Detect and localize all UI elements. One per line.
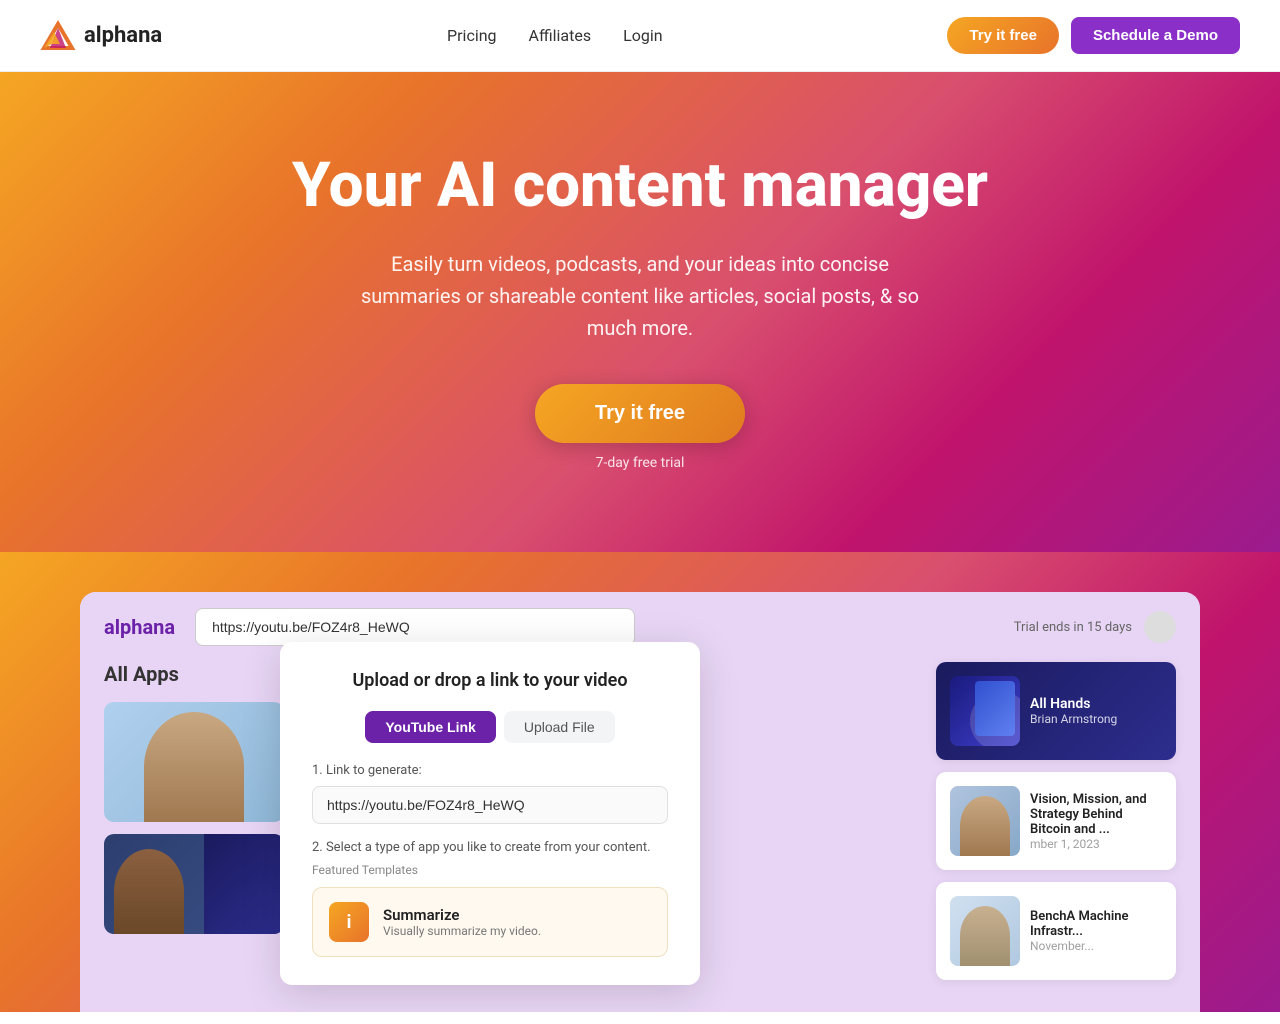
right-card-bitcoin[interactable]: Vision, Mission, and Strategy Behind Bit… (936, 772, 1176, 870)
app-body: All Apps Upload or drop a link to your v… (80, 662, 1200, 958)
thumbnail-card-1[interactable] (104, 702, 284, 822)
navbar-actions: Try it free Schedule a Demo (947, 17, 1240, 54)
nav-login[interactable]: Login (623, 26, 662, 45)
upload-modal: Upload or drop a link to your video YouT… (280, 642, 700, 985)
white-card-2-title: BenchA Machine Infrastr... (1030, 909, 1162, 939)
bg-shape (204, 834, 284, 934)
featured-templates-label: Featured Templates (312, 863, 668, 877)
hero-section: Your AI content manager Easily turn vide… (0, 72, 1280, 552)
hero-title: Your AI content manager (40, 152, 1240, 220)
template-icon: i (329, 902, 369, 942)
modal-title: Upload or drop a link to your video (312, 670, 668, 691)
right-card-all-hands[interactable]: All Hands Brian Armstrong (936, 662, 1176, 760)
nav-try-free-button[interactable]: Try it free (947, 17, 1059, 54)
alphana-logo-icon (40, 18, 76, 54)
nav-pricing[interactable]: Pricing (447, 26, 497, 45)
white-card-2-text: BenchA Machine Infrastr... November... (1030, 909, 1162, 953)
navbar: alphana Pricing Affiliates Login Try it … (0, 0, 1280, 72)
youtube-link-tab[interactable]: YouTube Link (365, 711, 495, 743)
all-apps-title: All Apps (104, 662, 304, 686)
blue-card-subtitle: Brian Armstrong (1030, 712, 1117, 726)
template-name: Summarize (383, 906, 541, 924)
app-preview: alphana Trial ends in 15 days All Apps (80, 592, 1200, 1012)
person-thumb-bench (950, 896, 1020, 966)
user-avatar[interactable] (1144, 611, 1176, 643)
person-head-1 (960, 796, 1010, 856)
trial-badge: Trial ends in 15 days (1014, 620, 1132, 635)
right-card-bench[interactable]: BenchA Machine Infrastr... November... (936, 882, 1176, 980)
app-preview-wrapper: alphana Trial ends in 15 days All Apps (0, 552, 1280, 1012)
link-label: 1. Link to generate: (312, 763, 668, 778)
hero-trial-note: 7-day free trial (40, 455, 1240, 471)
white-card-1-title: Vision, Mission, and Strategy Behind Bit… (1030, 792, 1162, 837)
logo-text: alphana (84, 23, 162, 48)
person-silhouette-1 (144, 712, 244, 822)
blue-card-title: All Hands (1030, 696, 1117, 712)
white-card-2-subtitle: November... (1030, 939, 1162, 953)
blue-card-text: All Hands Brian Armstrong (1030, 696, 1117, 726)
upload-file-tab[interactable]: Upload File (504, 711, 615, 743)
nav-links: Pricing Affiliates Login (447, 26, 663, 45)
modal-link-input[interactable] (312, 786, 668, 824)
template-info: Summarize Visually summarize my video. (383, 906, 541, 938)
shape-rect (975, 681, 1015, 736)
app-thumbnails (104, 702, 304, 934)
app-sidebar: All Apps (104, 662, 304, 934)
app-search-area (195, 608, 994, 646)
select-label: 2. Select a type of app you like to crea… (312, 840, 668, 855)
person-head-2 (960, 906, 1010, 966)
thumbnail-card-2[interactable] (104, 834, 284, 934)
person-thumb-bitcoin (950, 786, 1020, 856)
white-card-1-text: Vision, Mission, and Strategy Behind Bit… (1030, 792, 1162, 851)
modal-tabs: YouTube Link Upload File (312, 711, 668, 743)
blue-shape-icon (950, 676, 1020, 746)
app-inner-logo: alphana (104, 615, 175, 639)
nav-affiliates[interactable]: Affiliates (529, 26, 592, 45)
person-silhouette-2 (114, 849, 184, 934)
nav-schedule-demo-button[interactable]: Schedule a Demo (1071, 17, 1240, 54)
hero-try-free-button[interactable]: Try it free (535, 384, 745, 443)
logo[interactable]: alphana (40, 18, 162, 54)
right-cards-area: All Hands Brian Armstrong Vision, Missio… (936, 662, 1176, 980)
template-desc: Visually summarize my video. (383, 924, 541, 938)
white-card-1-subtitle: mber 1, 2023 (1030, 837, 1162, 851)
hero-subtitle: Easily turn videos, podcasts, and your i… (360, 248, 920, 344)
template-summarize-card[interactable]: i Summarize Visually summarize my video. (312, 887, 668, 957)
app-youtube-search-input[interactable] (195, 608, 635, 646)
